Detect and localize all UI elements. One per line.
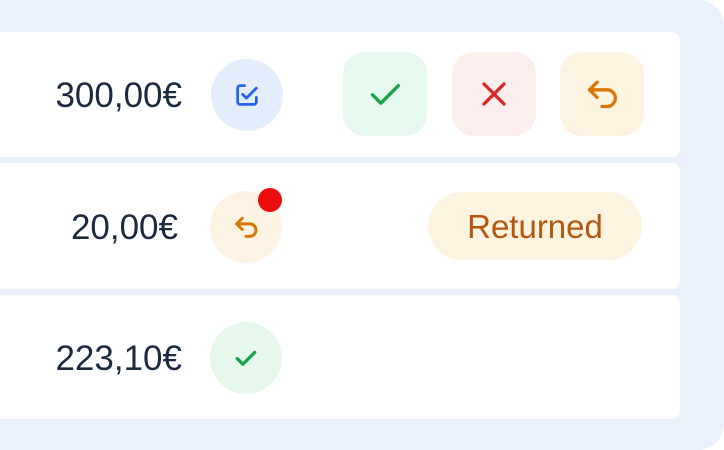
check-icon xyxy=(370,84,400,105)
transaction-row: 300,00€ xyxy=(0,32,680,157)
transactions-panel: 300,00€ 20,00€ Returned 223,10€ xyxy=(0,0,724,450)
status-indicator xyxy=(210,322,282,394)
transaction-row: 223,10€ xyxy=(0,295,680,419)
close-icon xyxy=(482,82,506,106)
status-indicator xyxy=(211,59,283,131)
amount-value: 300,00€ xyxy=(55,76,182,115)
return-button[interactable] xyxy=(560,52,644,136)
status-badge: Returned xyxy=(428,192,642,260)
return-arrow-icon xyxy=(587,80,617,109)
edit-check-icon xyxy=(236,84,258,106)
transaction-row: 20,00€ Returned xyxy=(0,163,680,289)
reject-button[interactable] xyxy=(452,52,536,136)
check-icon xyxy=(235,350,257,366)
amount-value: 20,00€ xyxy=(70,208,178,247)
return-arrow-icon xyxy=(235,216,258,238)
notification-dot xyxy=(258,188,282,212)
amount-value: 223,10€ xyxy=(55,339,182,378)
approve-button[interactable] xyxy=(343,52,427,136)
